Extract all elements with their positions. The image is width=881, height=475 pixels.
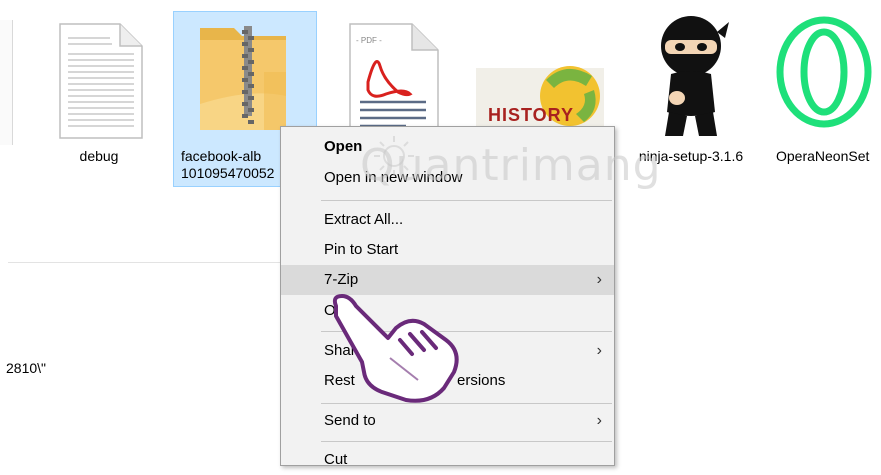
- menu-item-label: Extract All...: [324, 211, 404, 228]
- menu-item-pin-to-start[interactable]: Pin to Start: [281, 235, 614, 265]
- menu-item-label: Send to: [324, 412, 376, 429]
- menu-item-extract-all[interactable]: Extract All...: [281, 205, 614, 235]
- watermark-sun-icon: [374, 136, 414, 176]
- partial-file-tile: [0, 20, 13, 145]
- opera-neon-icon: [776, 16, 872, 128]
- menu-item-label: Open: [324, 138, 363, 155]
- path-fragment-text: 2810\": [6, 360, 47, 376]
- file-name-line2: 101095470052: [181, 165, 275, 181]
- file-opera-neon-setup[interactable]: OperaNeonSet: [768, 8, 881, 178]
- hand-pointer-cursor-icon: [332, 294, 459, 403]
- menu-item-label: Cut: [324, 451, 348, 468]
- zip-folder-icon: [200, 26, 286, 130]
- menu-separator: [321, 441, 612, 442]
- text-document-icon: [59, 23, 143, 139]
- file-facebook-album-zip[interactable]: facebook-alb 101095470052: [176, 14, 286, 184]
- file-history-image[interactable]: HISTORY: [476, 60, 606, 130]
- menu-item-send-to[interactable]: Send to ›: [281, 406, 614, 436]
- content-divider: [8, 262, 280, 263]
- menu-separator: [321, 200, 612, 201]
- chevron-right-icon: ›: [596, 342, 602, 359]
- chevron-right-icon: ›: [596, 412, 602, 429]
- file-debug[interactable]: debug: [44, 14, 154, 174]
- file-name: OperaNeonSet: [776, 148, 870, 164]
- file-name: facebook-alb: [181, 148, 262, 164]
- pdf-thumb-label: - PDF -: [356, 36, 382, 45]
- ninja-icon: [661, 16, 729, 136]
- menu-item-cut[interactable]: Cut: [281, 445, 614, 475]
- chevron-right-icon: ›: [596, 271, 602, 288]
- file-pdf[interactable]: - PDF -: [344, 14, 444, 141]
- menu-item-label: Pin to Start: [324, 241, 399, 258]
- menu-item-label: 7-Zip: [324, 271, 359, 288]
- file-name: debug: [79, 148, 119, 164]
- history-thumb-text: HISTORY: [488, 105, 575, 125]
